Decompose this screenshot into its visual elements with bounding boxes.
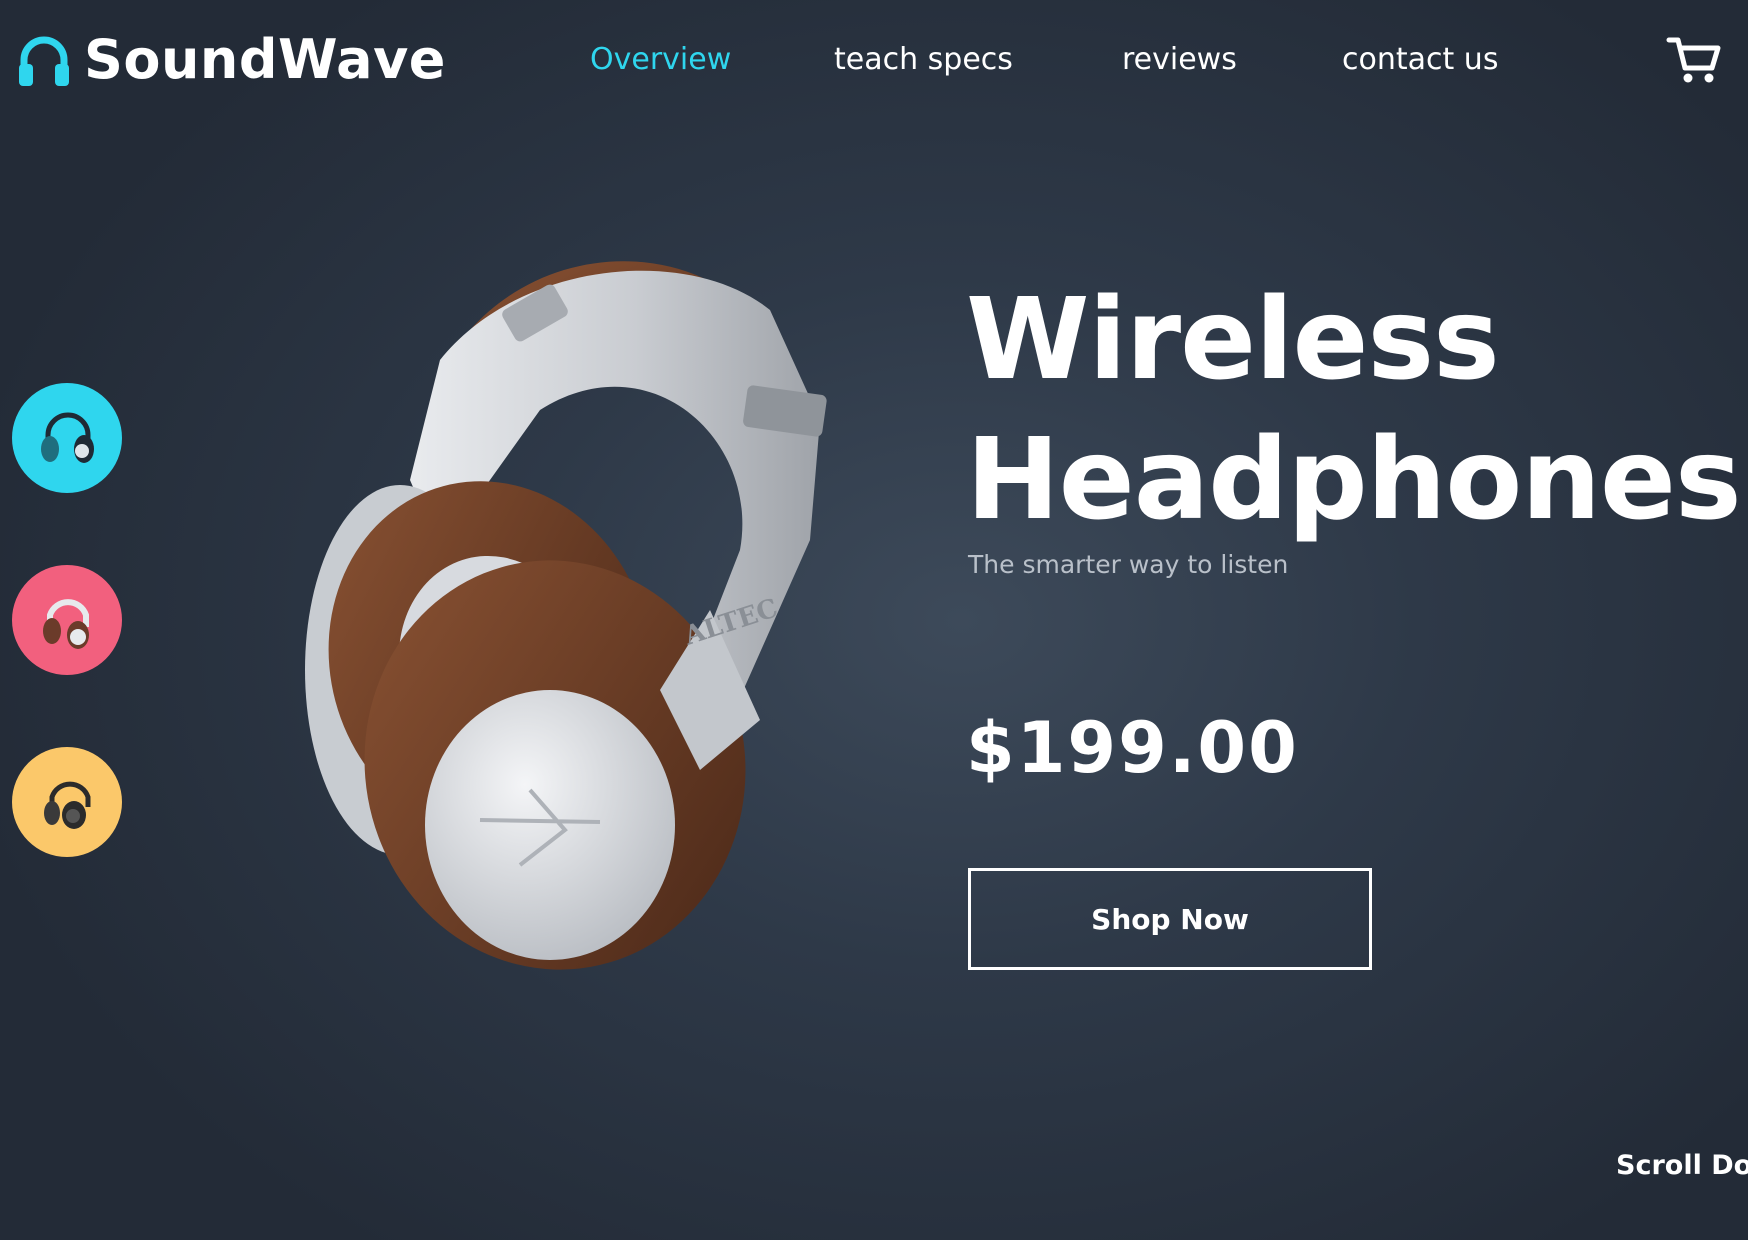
hero-tagline: The smarter way to listen <box>968 550 1289 579</box>
scroll-down-link[interactable]: Scroll Dow <box>1616 1148 1748 1184</box>
nav-reviews[interactable]: reviews <box>1122 40 1237 80</box>
color-option-pink[interactable] <box>12 565 122 675</box>
color-option-yellow[interactable] <box>12 747 122 857</box>
headphones-thumbnail-icon <box>41 412 94 463</box>
hero-title: Wireless Headphones <box>966 270 1746 550</box>
hero-title-line-2: Headphones <box>966 415 1742 545</box>
brand-logo[interactable]: SoundWave <box>16 28 446 92</box>
headphones-icon <box>19 36 69 86</box>
shop-now-button[interactable]: Shop Now <box>968 868 1372 970</box>
brand-name: SoundWave <box>84 28 446 91</box>
headphones-thumbnail-icon <box>43 599 89 649</box>
cart-icon[interactable] <box>1666 34 1722 86</box>
nav-contact-us[interactable]: contact us <box>1342 40 1498 80</box>
top-navigation: SoundWave Overview teach specs reviews c… <box>0 0 1748 120</box>
nav-tech-specs[interactable]: teach specs <box>834 40 1013 80</box>
product-price: $199.00 <box>966 707 1299 789</box>
color-option-cyan[interactable] <box>12 383 122 493</box>
headphones-product-image: ALTEC <box>305 261 827 970</box>
hero-title-line-1: Wireless <box>966 275 1500 405</box>
headphones-thumbnail-icon <box>44 781 91 829</box>
nav-overview[interactable]: Overview <box>590 40 731 80</box>
